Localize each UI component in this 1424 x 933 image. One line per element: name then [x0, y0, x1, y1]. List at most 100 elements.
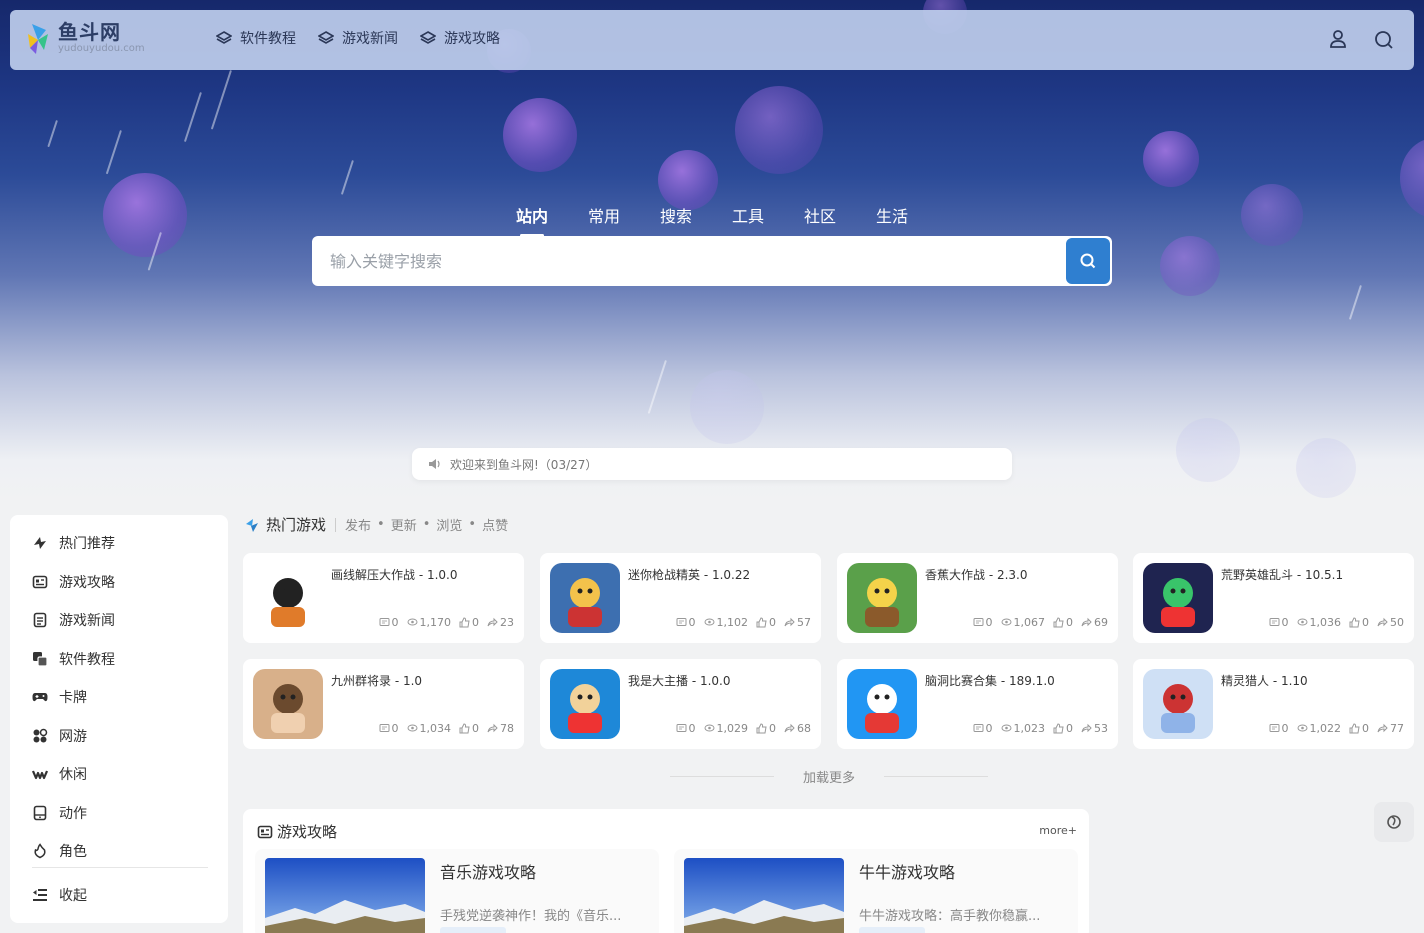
- game-name: 香蕉大作战 - 2.3.0: [925, 568, 1028, 582]
- sidebar-collapse-button[interactable]: 收起: [32, 885, 87, 905]
- search-tabs: 站内 常用 搜索 工具 社区 生活: [516, 203, 948, 237]
- sidebar-item-software[interactable]: 软件教程: [32, 649, 115, 669]
- post-tag: [440, 927, 506, 933]
- decor-streak: [105, 130, 122, 175]
- game-card[interactable]: 脑洞比赛合集 - 189.1.0 0 1,023 0 53: [837, 659, 1118, 749]
- game-name: 九州群将录 - 1.0: [331, 674, 423, 688]
- game-card[interactable]: 九州群将录 - 1.0 0 1,034 0 78: [243, 659, 524, 749]
- notice-text[interactable]: 欢迎来到鱼斗网!（03/27）: [450, 456, 597, 473]
- game-card[interactable]: 精灵猎人 - 1.10 0 1,022 0 77: [1133, 659, 1414, 749]
- stat-comments: 0: [985, 722, 993, 735]
- stat-shares: 53: [1094, 722, 1108, 735]
- game-icon: [253, 563, 323, 633]
- thumb-up-icon: [756, 617, 767, 628]
- dot-separator: •: [422, 517, 431, 532]
- dot-separator: •: [377, 517, 385, 532]
- eye-icon: [407, 724, 417, 732]
- nav-label: 软件教程: [240, 31, 296, 47]
- collapse-icon: [32, 887, 48, 903]
- game-card[interactable]: 香蕉大作战 - 2.3.0 0 1,067 0 69: [837, 553, 1118, 643]
- stat-comments: 0: [1281, 616, 1289, 629]
- stat-comments: 0: [1281, 722, 1289, 735]
- moon-icon: [1387, 815, 1401, 829]
- tab-site[interactable]: 站内: [516, 203, 548, 237]
- guide-section-title: 游戏攻略: [257, 821, 337, 842]
- guide-post[interactable]: 牛牛游戏攻略 牛牛游戏攻略：高手教你稳赢...: [674, 849, 1078, 933]
- decor-streak: [47, 120, 58, 148]
- filter-publish[interactable]: 发布: [345, 515, 371, 534]
- layers-icon: [420, 31, 436, 44]
- game-stats: 0 1,023 0 53: [973, 722, 1108, 735]
- stat-views: 1,034: [419, 722, 452, 735]
- user-icon[interactable]: [1327, 28, 1349, 50]
- sidebar: 热门推荐 游戏攻略 游戏新闻 软件教程 卡牌 网游 休闲 动作 角色 收起: [10, 515, 228, 923]
- nav-item-news[interactable]: 游戏新闻: [318, 28, 398, 48]
- software-icon: [32, 651, 48, 667]
- sidebar-item-action[interactable]: 动作: [32, 803, 87, 823]
- post-thumbnail: [265, 858, 425, 933]
- eye-icon: [704, 724, 714, 732]
- decor-bubble: [735, 86, 823, 174]
- nav-item-guide[interactable]: 游戏攻略: [420, 28, 500, 48]
- game-name: 迷你枪战精英 - 1.0.22: [628, 568, 751, 582]
- tab-life[interactable]: 生活: [876, 203, 908, 227]
- guide-section: 游戏攻略 more+ 音乐游戏攻略 手残党逆袭神作！我的《音乐... 牛牛游戏攻…: [243, 809, 1089, 933]
- stat-shares: 68: [797, 722, 811, 735]
- sidebar-item-online[interactable]: 网游: [32, 726, 87, 746]
- search-icon[interactable]: [1373, 28, 1395, 50]
- game-card[interactable]: 迷你枪战精英 - 1.0.22 0 1,102 0 57: [540, 553, 821, 643]
- tab-tools[interactable]: 工具: [732, 203, 764, 227]
- layers-icon: [318, 31, 334, 44]
- game-icon: [847, 563, 917, 633]
- filter-likes[interactable]: 点赞: [482, 515, 508, 534]
- sidebar-item-role[interactable]: 角色: [32, 841, 87, 861]
- game-name: 精灵猎人 - 1.10: [1221, 674, 1308, 688]
- site-name: 鱼斗网: [58, 20, 121, 44]
- share-icon: [1377, 723, 1388, 733]
- search-button[interactable]: [1066, 238, 1110, 284]
- load-more-button[interactable]: 加载更多: [803, 767, 855, 786]
- game-card[interactable]: 我是大主播 - 1.0.0 0 1,029 0 68: [540, 659, 821, 749]
- game-name: 我是大主播 - 1.0.0: [628, 674, 731, 688]
- sidebar-item-label: 游戏新闻: [59, 613, 115, 629]
- game-card[interactable]: 荒野英雄乱斗 - 10.5.1 0 1,036 0 50: [1133, 553, 1414, 643]
- site-logo[interactable]: 鱼斗网 yudouyudou.com: [26, 20, 145, 56]
- post-excerpt: 手残党逆袭神作！我的《音乐...: [440, 909, 622, 924]
- nav-item-software[interactable]: 软件教程: [216, 28, 296, 48]
- eye-icon: [1001, 724, 1011, 732]
- main-nav: 软件教程 游戏新闻 游戏攻略: [216, 28, 522, 48]
- guide-post[interactable]: 音乐游戏攻略 手残党逆袭神作！我的《音乐...: [255, 849, 659, 933]
- stat-comments: 0: [688, 616, 696, 629]
- tab-common[interactable]: 常用: [588, 203, 620, 227]
- eye-icon: [1001, 618, 1011, 626]
- game-stats: 0 1,170 0 23: [379, 616, 514, 629]
- sidebar-item-hot[interactable]: 热门推荐: [32, 533, 115, 553]
- search-icon: [1080, 253, 1096, 269]
- decor-bubble: [1160, 236, 1220, 296]
- sidebar-item-news[interactable]: 游戏新闻: [32, 610, 115, 630]
- share-icon: [1081, 723, 1092, 733]
- decor-bubble: [1296, 438, 1356, 498]
- dot-separator: •: [468, 517, 477, 532]
- filter-views[interactable]: 浏览: [436, 515, 462, 534]
- sidebar-item-casual[interactable]: 休闲: [32, 764, 87, 784]
- stat-views: 1,170: [419, 616, 452, 629]
- nav-label: 游戏新闻: [342, 31, 398, 47]
- casual-icon: [32, 766, 48, 782]
- more-link[interactable]: more+: [1039, 824, 1077, 837]
- sidebar-item-label: 卡牌: [59, 690, 87, 706]
- theme-toggle-button[interactable]: [1374, 802, 1414, 842]
- comment-icon: [973, 724, 983, 732]
- tab-community[interactable]: 社区: [804, 203, 836, 227]
- game-icon: [1143, 563, 1213, 633]
- tab-search[interactable]: 搜索: [660, 203, 692, 227]
- stat-likes: 0: [1066, 722, 1073, 735]
- game-card[interactable]: 画线解压大作战 - 1.0.0 0 1,170 0 23: [243, 553, 524, 643]
- sidebar-item-guide[interactable]: 游戏攻略: [32, 572, 115, 592]
- sidebar-item-cards[interactable]: 卡牌: [32, 687, 87, 707]
- filter-update[interactable]: 更新: [391, 515, 417, 534]
- nav-label: 游戏攻略: [444, 31, 500, 47]
- stat-views: 1,022: [1309, 722, 1342, 735]
- notice-bar: 欢迎来到鱼斗网!（03/27）: [412, 448, 1012, 480]
- search-input[interactable]: [330, 236, 1060, 286]
